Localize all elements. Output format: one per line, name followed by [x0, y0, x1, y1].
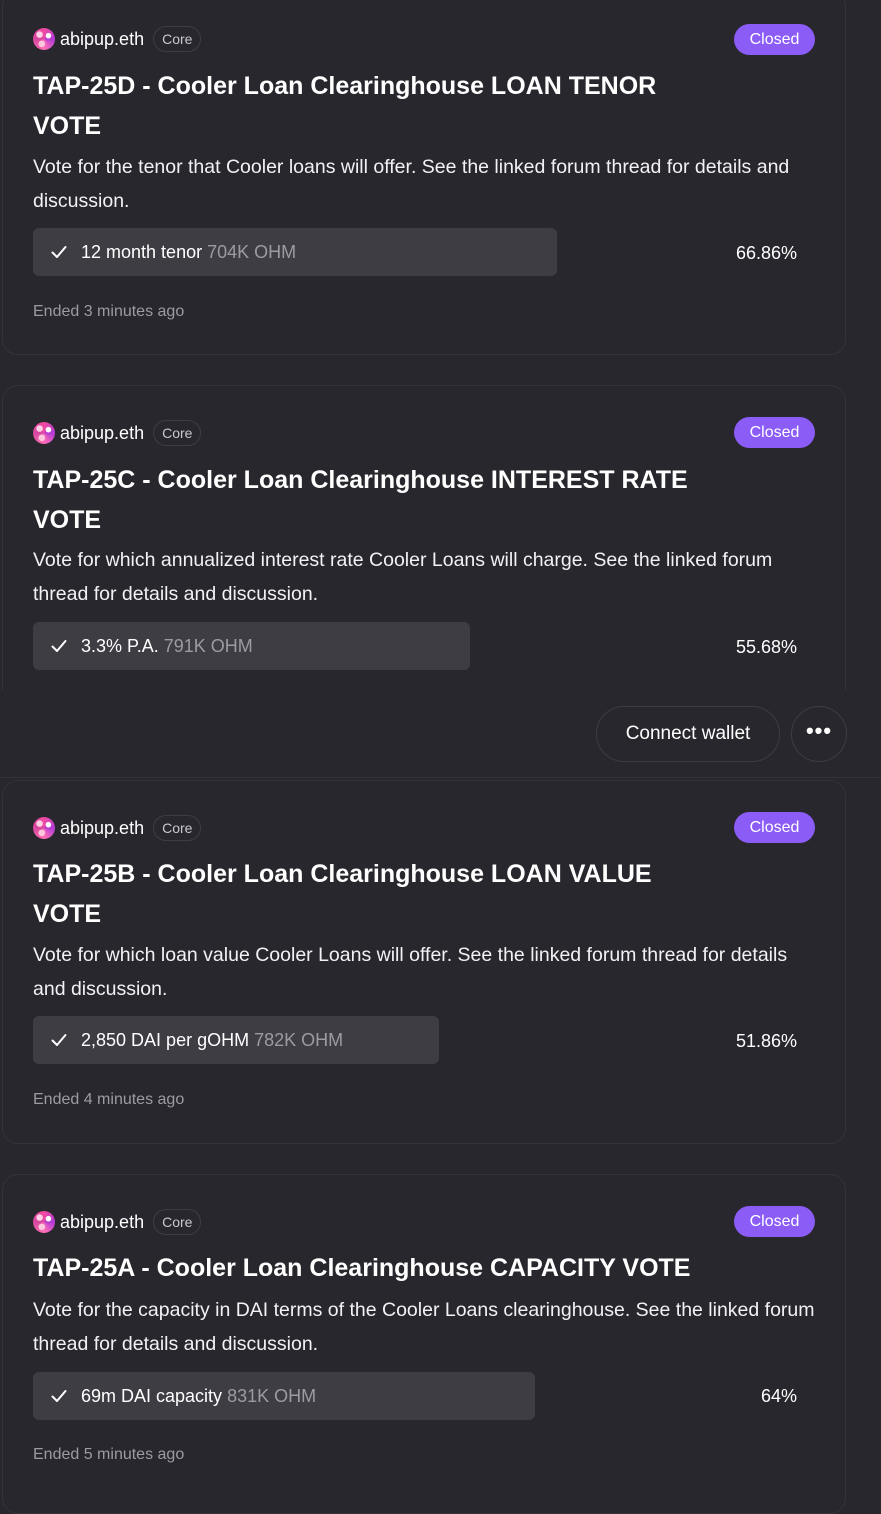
proposal-card[interactable]: abipup.eth Core Closed TAP-25D - Cooler … [2, 0, 846, 355]
top-bar: Connect wallet ••• [0, 690, 881, 778]
proposal-description: Vote for the tenor that Cooler loans wil… [33, 156, 790, 212]
proposal-card[interactable]: abipup.eth Core Closed TAP-25A - Cooler … [2, 1174, 846, 1514]
status-badge: Closed [734, 24, 815, 55]
status-badge: Closed [734, 1206, 815, 1237]
core-badge: Core [153, 815, 202, 841]
proposal-title-line2: VOTE [33, 900, 102, 928]
author[interactable]: abipup.eth Core [33, 815, 202, 841]
author[interactable]: abipup.eth Core [33, 26, 202, 52]
winning-votes: 782K OHM [254, 1029, 344, 1050]
proposal-title[interactable]: TAP-25C - Cooler Loan Clearinghouse INTE… [33, 460, 733, 540]
winning-percent: 66.86% [735, 243, 797, 263]
check-icon [51, 640, 67, 652]
winning-result: 3.3% P.A. 791K OHM [33, 622, 470, 670]
core-badge: Core [153, 26, 202, 52]
more-icon: ••• [805, 718, 833, 743]
status-badge: Closed [734, 417, 815, 448]
winning-result: 2,850 DAI per gOHM 782K OHM [33, 1016, 439, 1064]
proposal-title[interactable]: TAP-25A - Cooler Loan Clearinghouse CAPA… [33, 1248, 753, 1288]
winning-votes: 704K OHM [207, 241, 297, 262]
check-icon [51, 1034, 67, 1046]
proposal-title-line1: TAP-25B - Cooler Loan Clearinghouse LOAN… [33, 860, 652, 888]
author[interactable]: abipup.eth Core [33, 420, 202, 446]
winning-choice: 3.3% P.A. [81, 635, 159, 656]
proposal-card[interactable]: abipup.eth Core Closed TAP-25B - Cooler … [2, 780, 846, 1144]
winning-percent: 51.86% [735, 1031, 797, 1051]
avatar [33, 817, 55, 839]
core-badge: Core [153, 1209, 202, 1235]
winning-result: 12 month tenor 704K OHM [33, 228, 557, 276]
winning-choice: 2,850 DAI per gOHM [81, 1029, 250, 1050]
proposal-title-line2: VOTE [33, 112, 102, 140]
winning-votes: 791K OHM [163, 635, 253, 656]
check-icon [51, 1390, 67, 1402]
ended-time: Ended 4 minutes ago [33, 1091, 185, 1108]
ended-time: Ended 3 minutes ago [33, 303, 185, 320]
core-badge: Core [153, 420, 202, 446]
author-name[interactable]: abipup.eth [60, 29, 144, 50]
author-name[interactable]: abipup.eth [60, 818, 144, 839]
author-name[interactable]: abipup.eth [60, 423, 144, 444]
avatar [33, 1211, 55, 1233]
proposal-title-line1: TAP-25D - Cooler Loan Clearinghouse LOAN… [33, 72, 657, 100]
author[interactable]: abipup.eth Core [33, 1209, 202, 1235]
proposal-title[interactable]: TAP-25B - Cooler Loan Clearinghouse LOAN… [33, 854, 683, 934]
winning-result: 69m DAI capacity 831K OHM [33, 1372, 535, 1420]
author-name[interactable]: abipup.eth [60, 1212, 144, 1233]
connect-wallet-button[interactable]: Connect wallet [596, 706, 780, 762]
proposal-description: Vote for which annualized interest rate … [33, 549, 773, 605]
proposal-title-line2: VOTE [33, 506, 102, 534]
winning-choice: 69m DAI capacity [81, 1385, 223, 1406]
winning-votes: 831K OHM [227, 1385, 317, 1406]
status-badge: Closed [734, 812, 815, 843]
proposal-title[interactable]: TAP-25D - Cooler Loan Clearinghouse LOAN… [33, 66, 683, 146]
check-icon [51, 246, 67, 258]
proposal-description: Vote for the capacity in DAI terms of th… [33, 1299, 815, 1355]
proposal-title-line1: TAP-25A - Cooler Loan Clearinghouse CAPA… [33, 1254, 691, 1282]
proposal-description: Vote for which loan value Cooler Loans w… [33, 944, 788, 1000]
winning-percent: 64% [760, 1386, 797, 1406]
ended-time: Ended 5 minutes ago [33, 1446, 185, 1463]
winning-choice: 12 month tenor [81, 241, 203, 262]
avatar [33, 422, 55, 444]
winning-percent: 55.68% [735, 637, 797, 657]
proposal-title-line1: TAP-25C - Cooler Loan Clearinghouse INTE… [33, 466, 688, 494]
more-options-button[interactable]: ••• [791, 706, 847, 762]
avatar [33, 28, 55, 50]
